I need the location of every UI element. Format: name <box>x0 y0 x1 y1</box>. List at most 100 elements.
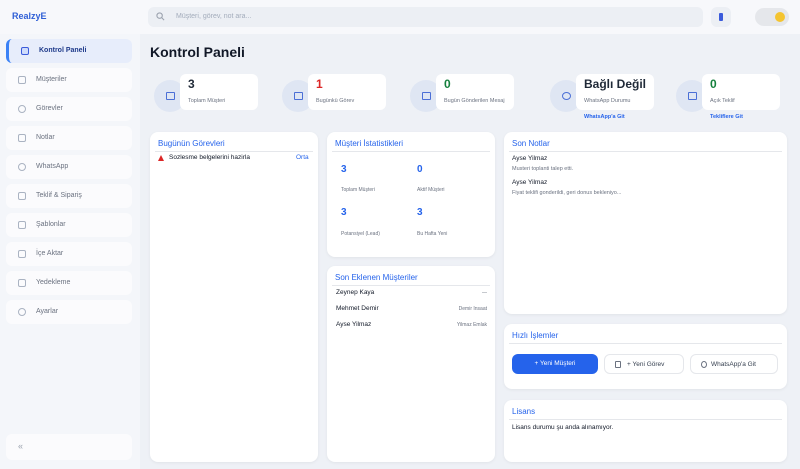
sidebar-item-notes[interactable]: Notlar <box>6 126 132 150</box>
recent-customers-card: Son Eklenen Müşteriler Zeynep Kaya — Meh… <box>327 266 495 462</box>
stat-box: 3 Toplam Müşteri <box>180 74 258 110</box>
note-icon <box>18 134 26 142</box>
dashboard-icon <box>21 47 29 55</box>
sidebar-item-label: Görevler <box>36 105 63 112</box>
stat-value: 0 <box>710 77 717 91</box>
notification-icon <box>719 13 723 21</box>
stat-box: 0 Bugün Gönderilen Mesaj <box>436 74 514 110</box>
quick-actions-card: Hızlı İşlemler + Yeni Müşteri + Yeni Gör… <box>504 324 787 389</box>
button-label: WhatsApp'a Git <box>711 361 756 368</box>
theme-toggle[interactable] <box>755 8 789 26</box>
document-icon <box>18 221 26 229</box>
stat-label: Bugünkü Görev <box>316 98 355 104</box>
note-author: Ayse Yilmaz <box>512 155 548 162</box>
receipt-icon <box>18 192 26 200</box>
sidebar: Kontrol Paneli Müşteriler Görevler Notla… <box>0 34 140 469</box>
new-customer-button[interactable]: + Yeni Müşteri <box>512 354 598 374</box>
button-label: + Yeni Müşteri <box>534 360 576 367</box>
warning-icon <box>158 155 164 161</box>
sidebar-item-settings[interactable]: Ayarlar <box>6 300 132 324</box>
today-tasks-card: Bugünün Görevleri Sozlesme belgelerini h… <box>150 132 318 462</box>
main-content: Kontrol Paneli 3 Toplam Müşteri 1 Bugünk… <box>140 34 800 469</box>
stat-box: Bağlı Değil WhatsApp Durumu <box>576 74 654 110</box>
notification-button[interactable] <box>711 7 731 27</box>
gear-icon <box>18 308 26 316</box>
stat-value: 1 <box>316 77 323 91</box>
customer-company: Yilmaz Emlak <box>456 322 487 328</box>
sidebar-item-label: Müşteriler <box>36 76 67 83</box>
download-icon <box>18 250 26 258</box>
stat-label: Potansiyel (Lead) <box>341 231 380 237</box>
stat-value: 3 <box>417 207 423 218</box>
top-bar: RealzyE Müşteri, görev, not ara... <box>0 0 800 34</box>
app-brand[interactable]: RealzyE <box>12 11 47 21</box>
whatsapp-button[interactable]: WhatsApp'a Git <box>690 354 778 374</box>
sidebar-item-label: İçe Aktar <box>36 250 64 257</box>
sidebar-item-offers[interactable]: Teklif & Sipariş <box>6 184 132 208</box>
stat-label: Bu Hafta Yeni <box>417 231 448 237</box>
card-title: Son Eklenen Müşteriler <box>335 273 418 282</box>
search-icon <box>156 12 165 21</box>
customer-name[interactable]: Zeynep Kaya <box>336 289 374 296</box>
sidebar-item-backup[interactable]: Yedekleme <box>6 271 132 295</box>
sidebar-item-label: WhatsApp <box>36 163 69 170</box>
note-author: Ayse Yilmaz <box>512 179 548 186</box>
stat-value: 3 <box>188 77 195 91</box>
sidebar-item-customers[interactable]: Müşteriler <box>6 68 132 92</box>
whatsapp-link[interactable]: WhatsApp'a Git <box>584 114 625 120</box>
offers-link[interactable]: Tekliflere Git <box>710 114 743 120</box>
customer-name[interactable]: Ayse Yilmaz <box>336 321 371 328</box>
sidebar-item-label: Yedekleme <box>36 279 71 286</box>
sidebar-item-tasks[interactable]: Görevler <box>6 97 132 121</box>
stat-box: 1 Bugünkü Görev <box>308 74 386 110</box>
stat-label: Toplam Müşteri <box>188 98 226 104</box>
stat-label: Bugün Gönderilen Mesaj <box>444 98 505 104</box>
users-icon <box>18 76 26 84</box>
database-icon <box>18 279 26 287</box>
task-title: Sozlesme belgelerini hazirla <box>169 154 250 161</box>
clock-icon <box>18 105 26 113</box>
task-priority: Orta <box>296 154 309 161</box>
sun-icon <box>775 12 785 22</box>
note-text[interactable]: Fiyat teklifi gonderildi, geri donus bek… <box>512 190 621 196</box>
stat-label: WhatsApp Durumu <box>584 98 631 104</box>
whatsapp-icon <box>18 163 26 171</box>
stat-value: 3 <box>341 164 347 175</box>
customer-name[interactable]: Mehmet Demir <box>336 305 379 312</box>
customer-company: Demir Insaat <box>458 306 487 312</box>
card-title: Hızlı İşlemler <box>512 331 559 340</box>
search-input[interactable]: Müşteri, görev, not ara... <box>148 7 703 27</box>
whatsapp-icon <box>701 361 707 368</box>
page-title: Kontrol Paneli <box>150 44 245 60</box>
sidebar-item-import[interactable]: İçe Aktar <box>6 242 132 266</box>
license-card: Lisans Lisans durumu şu anda alınamıyor. <box>504 400 787 462</box>
recent-notes-card: Son Notlar Ayse Yilmaz Musteri toplanti … <box>504 132 787 314</box>
sidebar-item-dashboard[interactable]: Kontrol Paneli <box>6 39 132 63</box>
button-label: + Yeni Görev <box>627 361 665 368</box>
card-title: Son Notlar <box>512 139 550 148</box>
card-title: Müşteri İstatistikleri <box>335 139 404 148</box>
sidebar-item-label: Şablonlar <box>36 221 66 228</box>
license-status: Lisans durumu şu anda alınamıyor. <box>512 424 614 431</box>
calendar-icon <box>615 361 621 368</box>
sidebar-item-templates[interactable]: Şablonlar <box>6 213 132 237</box>
search-placeholder: Müşteri, görev, not ara... <box>176 13 252 20</box>
stat-label: Toplam Müşteri <box>341 187 375 193</box>
new-task-button[interactable]: + Yeni Görev <box>604 354 684 374</box>
stat-box: 0 Açık Teklif <box>702 74 780 110</box>
sidebar-collapse-button[interactable]: « <box>6 434 132 460</box>
stat-value: 3 <box>341 207 347 218</box>
sidebar-item-whatsapp[interactable]: WhatsApp <box>6 155 132 179</box>
sidebar-item-label: Ayarlar <box>36 308 59 315</box>
customer-company: — <box>482 290 487 296</box>
note-text[interactable]: Musteri toplanti talep etti. <box>512 166 573 172</box>
stat-value: 0 <box>417 164 423 175</box>
card-title: Lisans <box>512 407 536 416</box>
sidebar-item-label: Teklif & Sipariş <box>36 192 82 199</box>
stat-value: Bağlı Değil <box>584 77 647 91</box>
customer-stats-card: Müşteri İstatistikleri 3 Toplam Müşteri … <box>327 132 495 257</box>
stat-label: Açık Teklif <box>710 98 735 104</box>
stat-label: Aktif Müşteri <box>417 187 445 193</box>
collapse-icon: « <box>18 441 24 451</box>
sidebar-item-label: Notlar <box>36 134 55 141</box>
